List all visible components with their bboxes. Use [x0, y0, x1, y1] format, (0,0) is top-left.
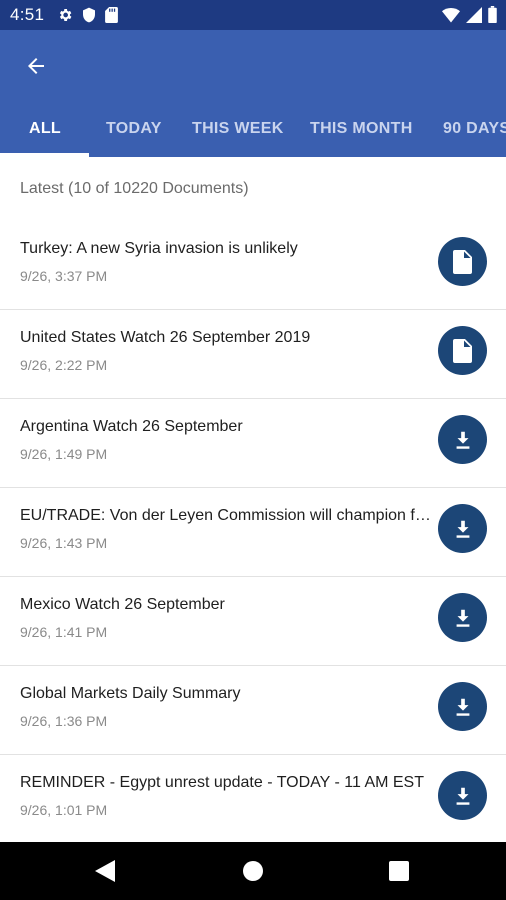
- system-nav-bar: [0, 842, 506, 900]
- download-icon: [456, 698, 469, 716]
- download-button[interactable]: [438, 504, 487, 553]
- status-time: 4:51: [10, 5, 45, 24]
- document-title: Argentina Watch 26 September: [20, 418, 243, 435]
- document-title: REMINDER - Egypt unrest update - TODAY -…: [20, 774, 424, 791]
- document-list: Turkey: A new Syria invasion is unlikely…: [0, 221, 506, 844]
- tab-today[interactable]: TODAY: [106, 112, 162, 157]
- document-time: 9/26, 1:43 PM: [20, 535, 108, 551]
- back-triangle-icon: [95, 860, 115, 882]
- list-item[interactable]: United States Watch 26 September 2019 9/…: [0, 310, 506, 399]
- list-item[interactable]: EU/TRADE: Von der Leyen Commission will …: [0, 488, 506, 577]
- tab-all[interactable]: ALL: [29, 112, 61, 157]
- tab-this-month[interactable]: THIS MONTH: [310, 112, 413, 157]
- document-title: Mexico Watch 26 September: [20, 596, 225, 613]
- app-bar: ALL TODAY THIS WEEK THIS MONTH 90 DAYS: [0, 30, 506, 157]
- tab-this-week[interactable]: THIS WEEK: [192, 112, 284, 157]
- back-button[interactable]: [18, 48, 54, 84]
- download-button[interactable]: [438, 415, 487, 464]
- gear-icon: [59, 9, 72, 21]
- list-item[interactable]: Mexico Watch 26 September 9/26, 1:41 PM: [0, 577, 506, 666]
- status-left-icons: [57, 7, 118, 23]
- document-time: 9/26, 1:41 PM: [20, 624, 108, 640]
- shield-icon: [83, 7, 95, 23]
- nav-back-button[interactable]: [75, 842, 135, 900]
- download-button[interactable]: [438, 771, 487, 820]
- document-title: United States Watch 26 September 2019: [20, 329, 311, 346]
- status-right-icons: [442, 6, 497, 23]
- download-icon: [456, 609, 469, 627]
- list-header: Latest (10 of 10220 Documents): [20, 180, 249, 197]
- download-button[interactable]: [438, 682, 487, 731]
- document-icon: [452, 338, 472, 363]
- download-button[interactable]: [438, 593, 487, 642]
- battery-icon: [488, 6, 497, 23]
- list-item[interactable]: Turkey: A new Syria invasion is unlikely…: [0, 221, 506, 310]
- nav-home-button[interactable]: [223, 842, 283, 900]
- list-item[interactable]: Argentina Watch 26 September 9/26, 1:49 …: [0, 399, 506, 488]
- document-time: 9/26, 1:36 PM: [20, 713, 108, 729]
- download-icon: [456, 520, 469, 538]
- open-document-button[interactable]: [438, 326, 487, 375]
- tab-bar: ALL TODAY THIS WEEK THIS MONTH 90 DAYS: [0, 112, 506, 157]
- open-document-button[interactable]: [438, 237, 487, 286]
- download-icon: [456, 787, 469, 805]
- status-bar: 4:51: [0, 0, 506, 30]
- home-circle-icon: [243, 861, 263, 881]
- document-icon: [452, 249, 472, 274]
- tab-indicator: [0, 153, 89, 157]
- sd-card-icon: [105, 7, 118, 23]
- cell-signal-icon: [466, 6, 482, 23]
- arrow-left-icon: [28, 58, 44, 74]
- document-title: Global Markets Daily Summary: [20, 685, 241, 702]
- recents-square-icon: [389, 861, 409, 881]
- list-item[interactable]: Global Markets Daily Summary 9/26, 1:36 …: [0, 666, 506, 755]
- list-item[interactable]: REMINDER - Egypt unrest update - TODAY -…: [0, 755, 506, 844]
- document-time: 9/26, 1:01 PM: [20, 802, 108, 818]
- tab-90-days[interactable]: 90 DAYS: [443, 112, 506, 157]
- document-time: 9/26, 2:22 PM: [20, 357, 108, 373]
- document-time: 9/26, 3:37 PM: [20, 268, 108, 284]
- document-title: Turkey: A new Syria invasion is unlikely: [20, 240, 298, 257]
- document-title: EU/TRADE: Von der Leyen Commission will …: [20, 507, 436, 524]
- nav-recents-button[interactable]: [369, 842, 429, 900]
- document-time: 9/26, 1:49 PM: [20, 446, 108, 462]
- wifi-icon: [442, 7, 460, 22]
- download-icon: [456, 431, 469, 449]
